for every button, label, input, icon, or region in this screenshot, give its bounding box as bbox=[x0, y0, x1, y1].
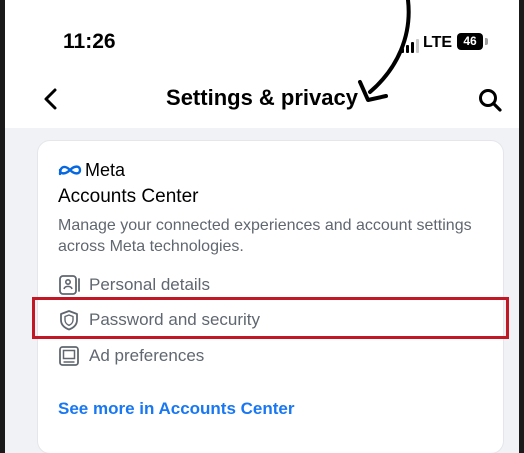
page-title: Settings & privacy bbox=[166, 85, 358, 110]
monitor-icon bbox=[59, 346, 79, 366]
personal-details-item[interactable]: Personal details bbox=[58, 272, 478, 300]
id-card-icon bbox=[59, 275, 80, 295]
screen: 11:26 LTE 46 Settings & privacy Meta Acc… bbox=[5, 0, 519, 453]
battery-level: 46 bbox=[463, 34, 477, 48]
see-more-link[interactable]: See more in Accounts Center bbox=[58, 399, 295, 419]
ad-preferences-label: Ad preferences bbox=[89, 346, 205, 365]
meta-brand: Meta bbox=[85, 160, 126, 180]
battery-icon: 46 bbox=[457, 33, 483, 50]
accounts-center-description: Manage your connected experiences and ac… bbox=[58, 217, 472, 255]
personal-details-label: Personal details bbox=[89, 275, 210, 294]
accounts-center-title: Accounts Center bbox=[58, 186, 199, 207]
phone-frame-right bbox=[519, 0, 524, 453]
search-icon[interactable] bbox=[477, 87, 503, 113]
ad-preferences-item[interactable]: Ad preferences bbox=[58, 343, 478, 371]
status-time: 11:26 bbox=[63, 30, 116, 53]
battery-tip bbox=[485, 38, 488, 45]
meta-logo-icon bbox=[58, 165, 82, 176]
highlight-box bbox=[32, 297, 509, 339]
